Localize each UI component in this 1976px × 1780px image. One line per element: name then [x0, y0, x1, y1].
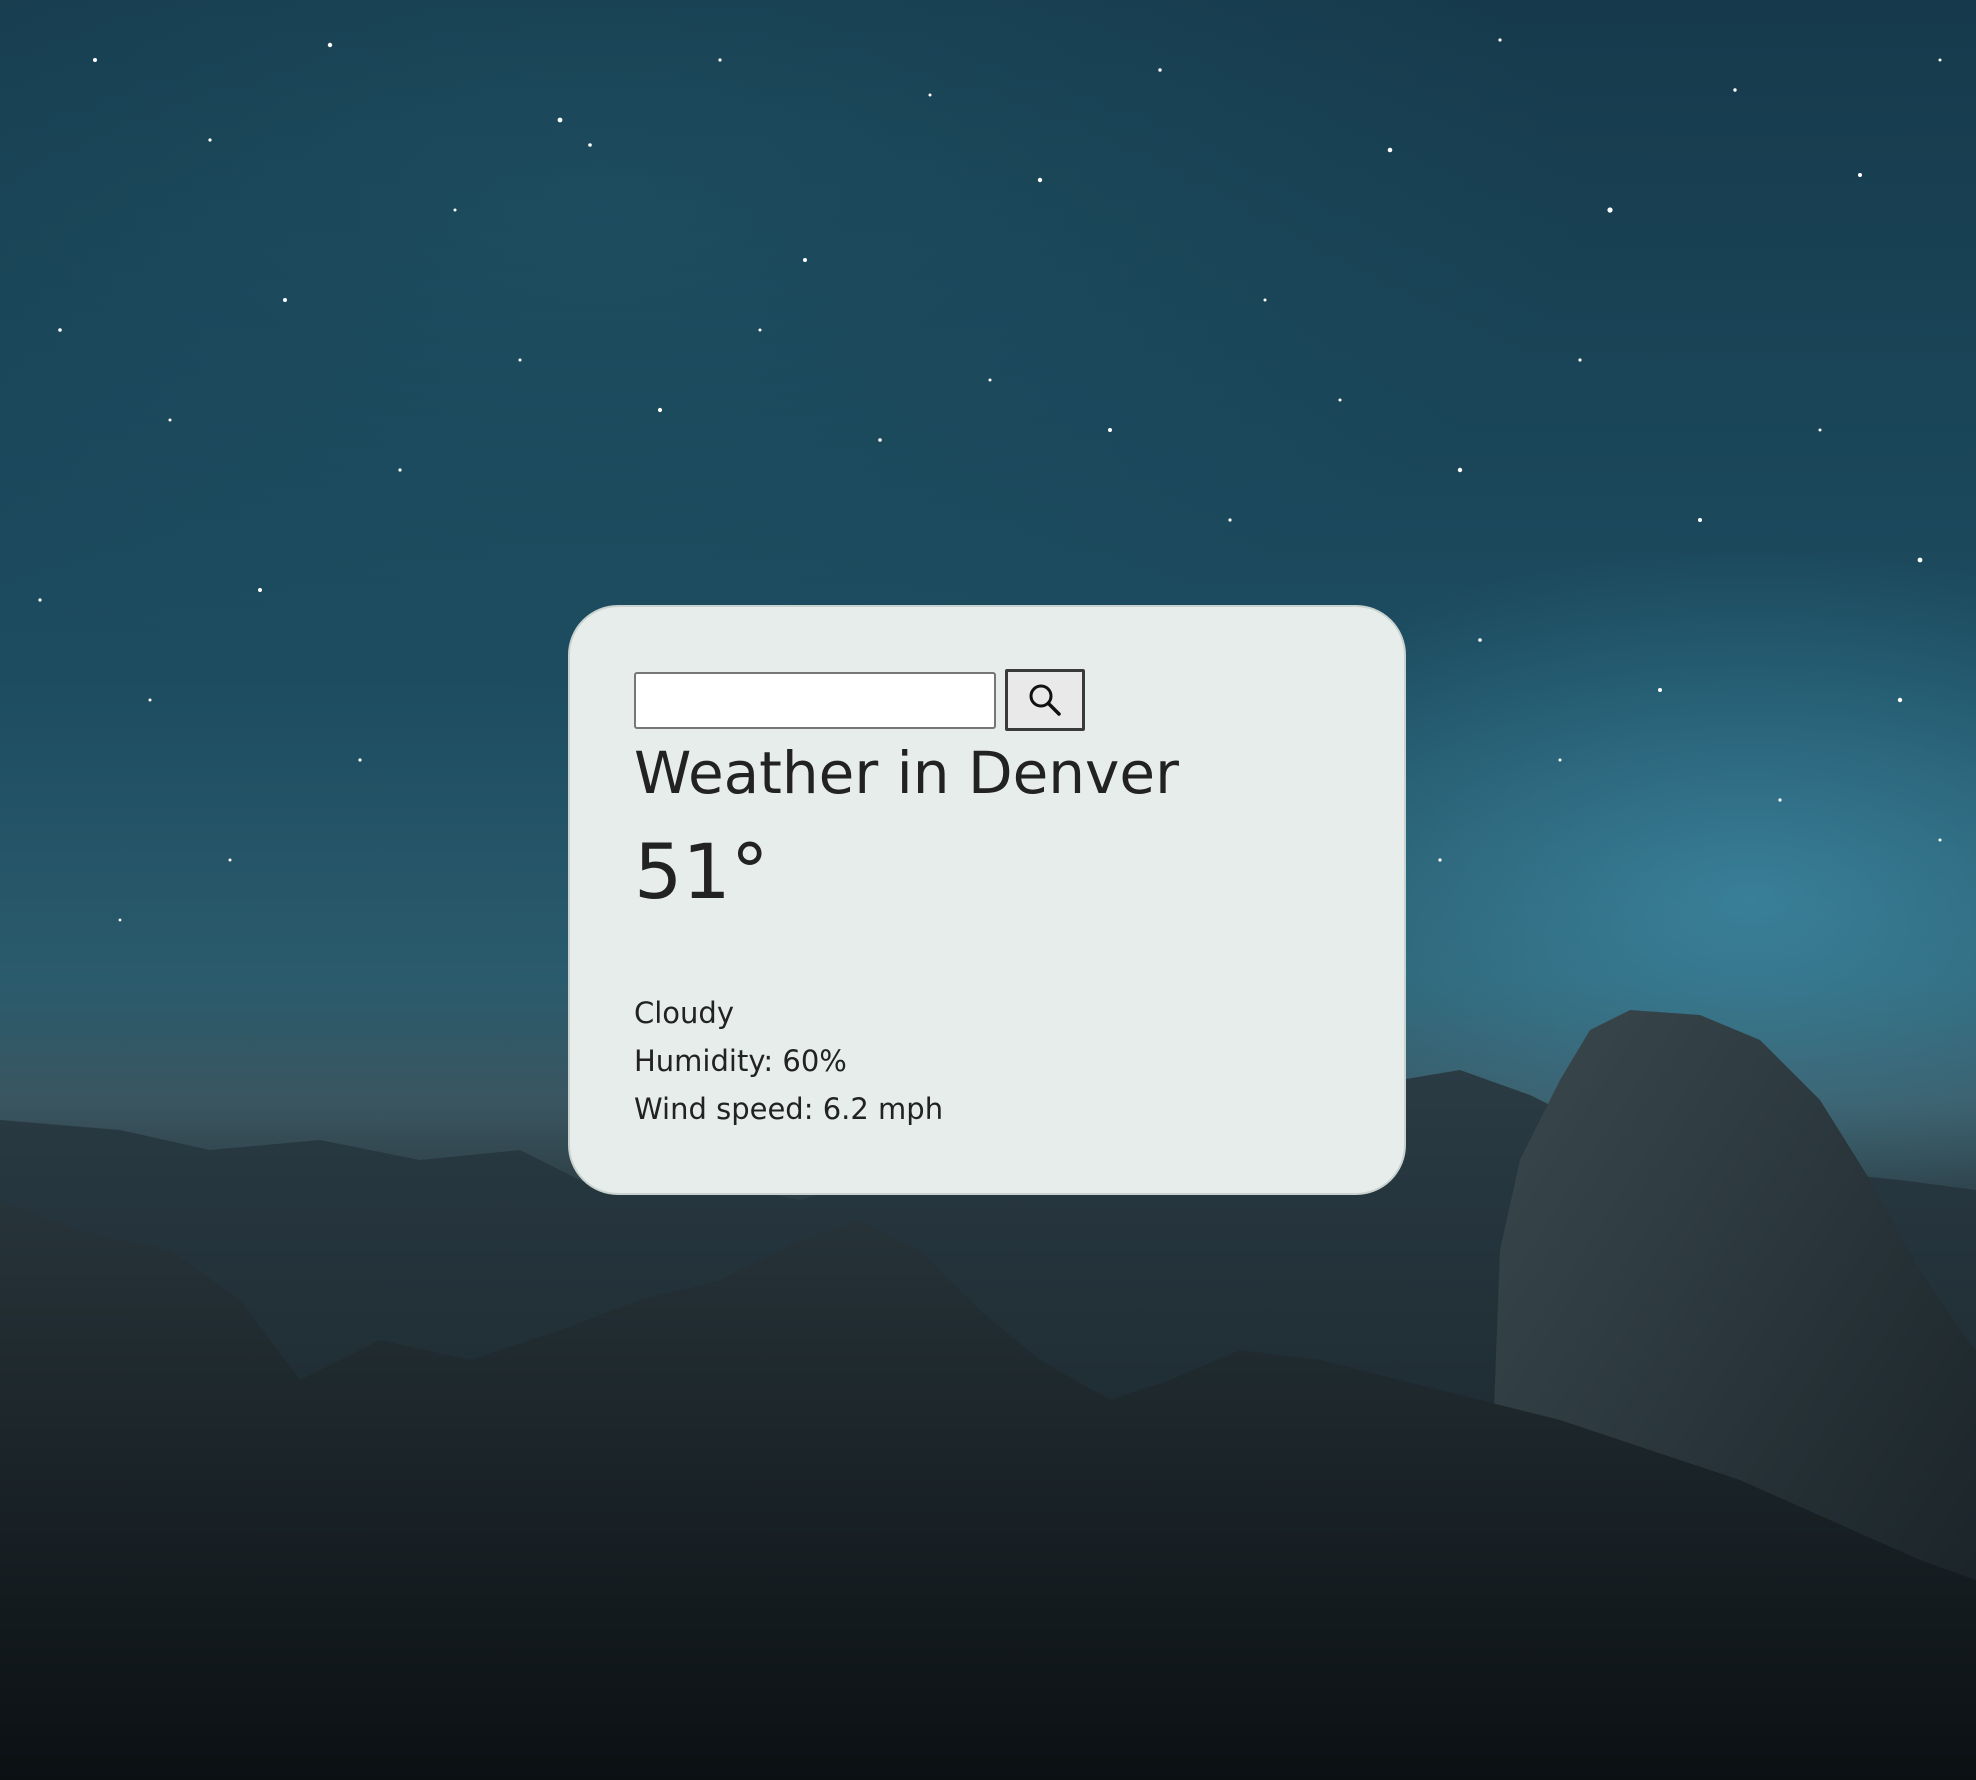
wind-speed-readout: Wind speed: 6.2 mph: [634, 1092, 944, 1126]
search-bar: [634, 669, 1340, 731]
temperature-readout: 51°: [634, 827, 769, 916]
weather-details: Cloudy Humidity: 60% Wind speed: 6.2 mph: [634, 989, 1340, 1133]
search-icon: [1029, 684, 1061, 716]
search-button[interactable]: [1005, 669, 1085, 731]
city-search-input[interactable]: [634, 671, 996, 729]
weather-card: Weather in Denver 51° Cloudy Humidity: 6…: [568, 605, 1406, 1195]
weather-description: Cloudy: [634, 996, 734, 1030]
city-heading: Weather in Denver: [634, 739, 1179, 807]
humidity-readout: Humidity: 60%: [634, 1044, 847, 1078]
